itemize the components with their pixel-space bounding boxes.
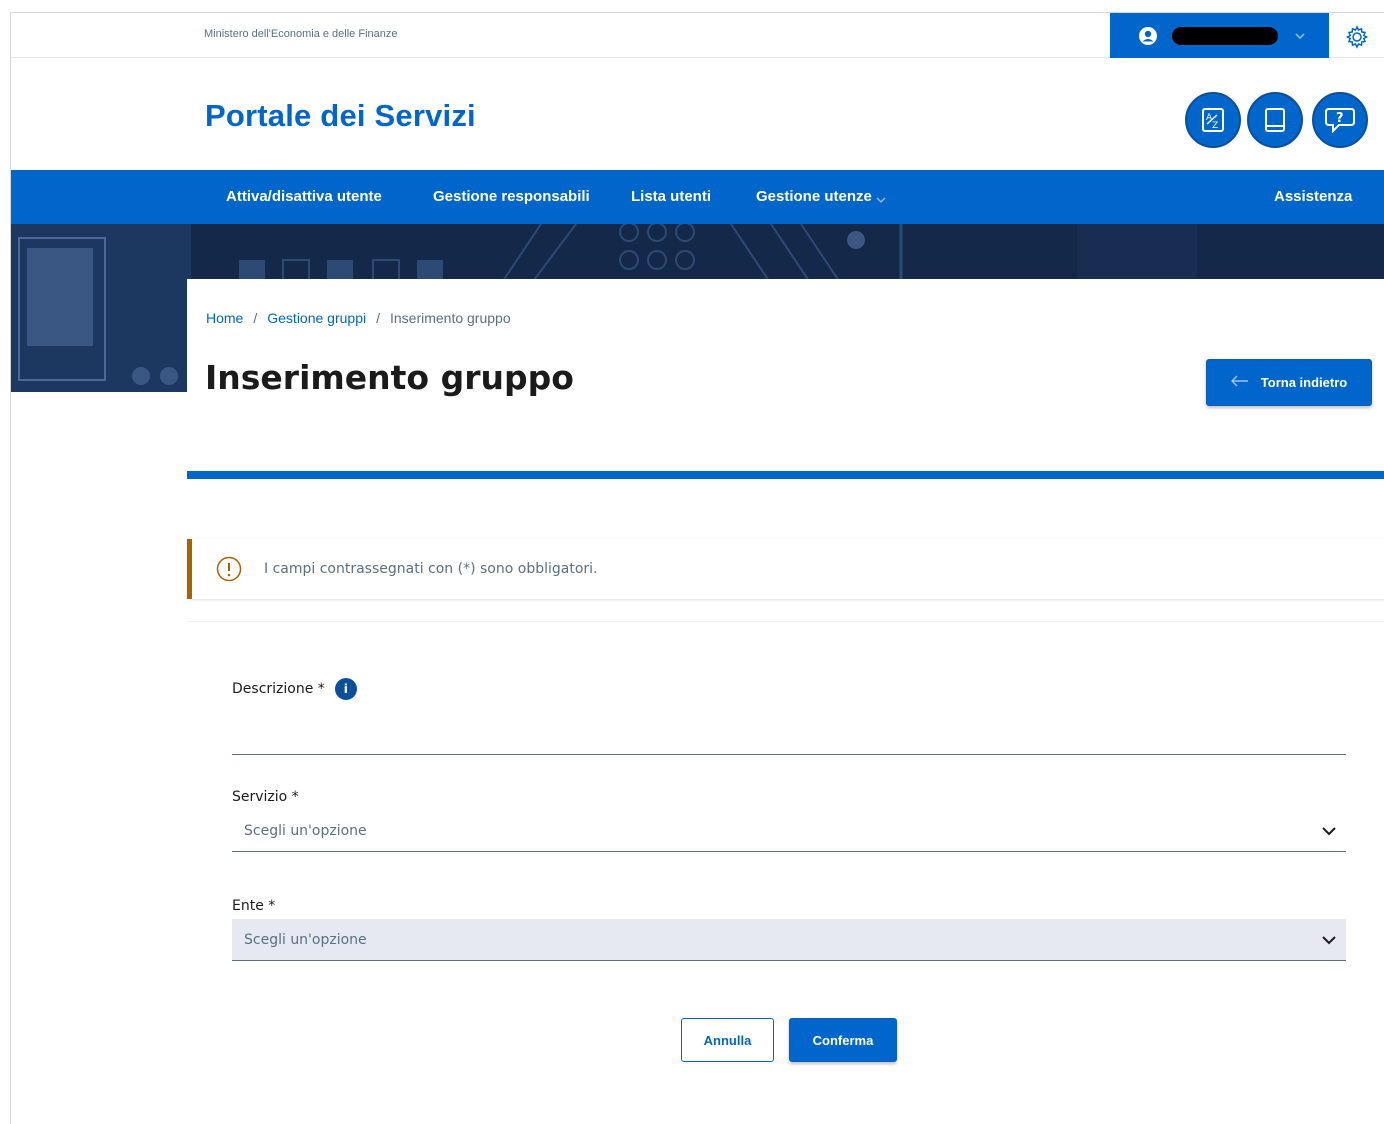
site-header: Portale dei Servizi AZ ? — [11, 58, 1384, 170]
breadcrumb-current: Inserimento gruppo — [389, 310, 511, 326]
svg-text:?: ? — [1336, 111, 1344, 126]
browser-frame: Ministero dell'Economia e delle Finanze … — [10, 12, 1384, 1124]
arrow-left-icon — [1230, 375, 1249, 390]
slim-header: Ministero dell'Economia e delle Finanze — [11, 13, 1384, 58]
translate-icon[interactable]: AZ — [1185, 92, 1241, 148]
descrizione-label-text: Descrizione * — [232, 681, 325, 697]
nav-item-gestione-utenze[interactable]: Gestione utenze — [756, 188, 886, 205]
ente-select-value: Scegli un'opzione — [244, 931, 367, 948]
servizio-label-text: Servizio * — [232, 789, 299, 805]
main-nav: Attiva/disattiva utente Gestione respons… — [11, 170, 1384, 224]
back-button[interactable]: Torna indietro — [1206, 359, 1372, 406]
breadcrumb-gestione-gruppi[interactable]: Gestione gruppi — [267, 310, 366, 326]
site-title[interactable]: Portale dei Servizi — [205, 98, 476, 134]
ente-select[interactable]: Scegli un'opzione — [232, 919, 1346, 961]
book-icon[interactable] — [1247, 92, 1303, 148]
servizio-select[interactable]: Scegli un'opzione — [232, 810, 1346, 852]
breadcrumb-separator: / — [376, 310, 380, 326]
user-menu[interactable] — [1110, 13, 1329, 58]
divider — [187, 471, 1384, 479]
descrizione-input[interactable] — [232, 715, 1346, 755]
breadcrumb-separator: / — [253, 310, 258, 326]
content-card: Home / Gestione gruppi / Inserimento gru… — [187, 279, 1384, 1124]
nav-item-attiva-disattiva[interactable]: Attiva/disattiva utente — [226, 188, 382, 205]
svg-text:Z: Z — [1212, 121, 1218, 131]
back-button-label: Torna indietro — [1260, 375, 1348, 390]
chevron-down-icon — [1294, 29, 1308, 43]
nav-item-assistenza[interactable]: Assistenza — [1274, 188, 1352, 205]
chevron-down-icon — [1320, 931, 1338, 949]
chevron-down-icon — [876, 192, 886, 203]
cancel-button[interactable]: Annulla — [681, 1018, 774, 1062]
breadcrumb: Home / Gestione gruppi / Inserimento gru… — [206, 310, 511, 326]
ente-label: Ente * — [232, 898, 275, 914]
info-icon[interactable]: i — [334, 678, 357, 700]
nav-item-gestione-responsabili[interactable]: Gestione responsabili — [433, 188, 590, 205]
confirm-button[interactable]: Conferma — [789, 1018, 897, 1062]
nav-item-gestione-utenze-label: Gestione utenze — [756, 188, 872, 205]
ministry-link[interactable]: Ministero dell'Economia e delle Finanze — [204, 28, 397, 40]
chevron-down-icon — [1320, 822, 1338, 840]
nav-item-lista-utenti[interactable]: Lista utenti — [631, 188, 711, 205]
user-circle-icon — [1138, 26, 1158, 46]
servizio-select-value: Scegli un'opzione — [244, 822, 367, 839]
warning-circle-icon — [216, 556, 242, 582]
form-panel: Descrizione * i Servizio * Scegli un'opz… — [187, 621, 1384, 1124]
breadcrumb-home[interactable]: Home — [206, 310, 243, 326]
redacted-username — [1172, 26, 1278, 45]
page-title: Inserimento gruppo — [205, 358, 574, 397]
callout-text: I campi contrassegnati con (*) sono obbl… — [264, 561, 598, 577]
servizio-label: Servizio * — [232, 789, 299, 805]
required-fields-callout: I campi contrassegnati con (*) sono obbl… — [187, 539, 1384, 599]
ente-label-text: Ente * — [232, 898, 276, 914]
help-chat-icon[interactable]: ? — [1312, 92, 1368, 148]
gear-icon[interactable] — [1345, 25, 1369, 49]
descrizione-label: Descrizione * i — [232, 678, 357, 700]
